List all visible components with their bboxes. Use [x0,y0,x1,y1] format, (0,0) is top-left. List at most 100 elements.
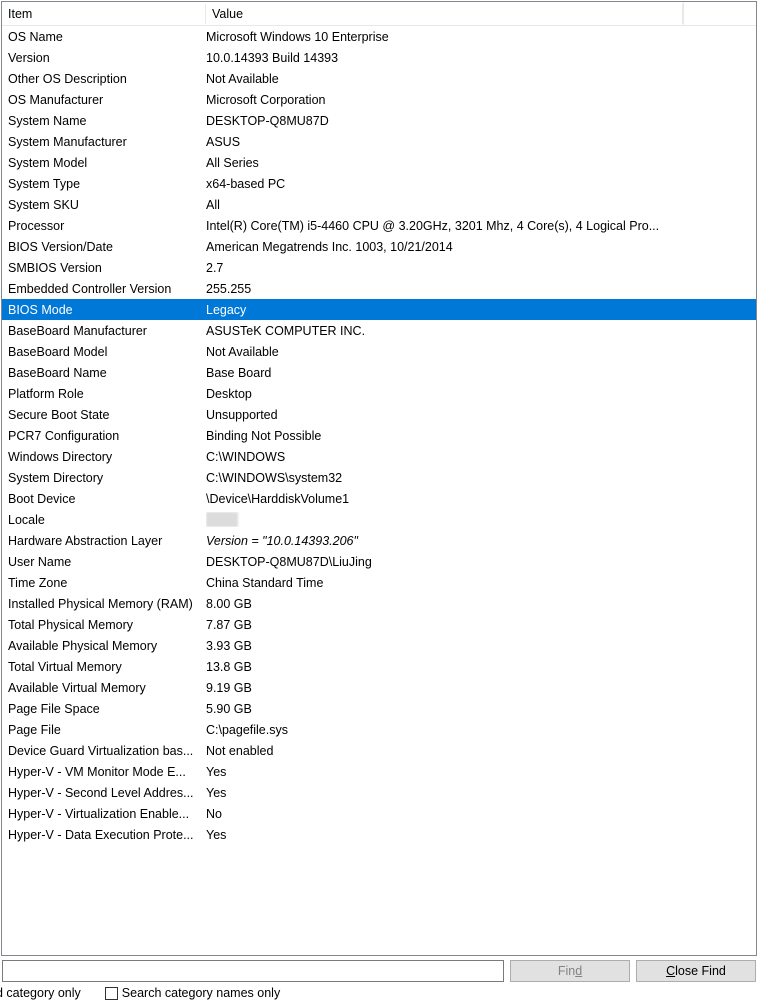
cell-item: Platform Role [8,387,206,401]
cell-value: 255.255 [206,282,756,296]
cell-item: SMBIOS Version [8,261,206,275]
find-button[interactable]: Find [510,960,630,982]
table-row[interactable]: Time ZoneChina Standard Time [2,572,756,593]
cell-item: BIOS Version/Date [8,240,206,254]
table-row[interactable]: Hyper-V - Virtualization Enable...No [2,803,756,824]
table-row[interactable]: User NameDESKTOP-Q8MU87D\LiuJing [2,551,756,572]
column-header-item[interactable]: Item [2,4,206,24]
cell-item: System Model [8,156,206,170]
table-row[interactable]: SMBIOS Version2.7 [2,257,756,278]
column-header-spacer [683,2,756,25]
cell-value: 8.00 GB [206,597,756,611]
table-row[interactable]: Embedded Controller Version255.255 [2,278,756,299]
table-row[interactable]: System ManufacturerASUS [2,131,756,152]
cell-item: Available Physical Memory [8,639,206,653]
cell-item: Hyper-V - Second Level Addres... [8,786,206,800]
table-row[interactable]: Hyper-V - Second Level Addres...Yes [2,782,756,803]
table-row[interactable]: Hyper-V - Data Execution Prote...Yes [2,824,756,845]
cell-value: ASUS [206,135,756,149]
cell-item: Locale [8,513,206,527]
table-row[interactable]: PCR7 ConfigurationBinding Not Possible [2,425,756,446]
table-row[interactable]: Hardware Abstraction LayerVersion = "10.… [2,530,756,551]
column-header-value[interactable]: Value [206,4,683,24]
cell-value: American Megatrends Inc. 1003, 10/21/201… [206,240,756,254]
cell-value: 5.90 GB [206,702,756,716]
cell-item: OS Name [8,30,206,44]
cell-item: Total Physical Memory [8,618,206,632]
cell-item: Device Guard Virtualization bas... [8,744,206,758]
cell-item: OS Manufacturer [8,93,206,107]
cell-value: Not Available [206,345,756,359]
table-row[interactable]: Device Guard Virtualization bas...Not en… [2,740,756,761]
table-row[interactable]: BIOS Version/DateAmerican Megatrends Inc… [2,236,756,257]
cell-value: Not enabled [206,744,756,758]
table-row[interactable]: BaseBoard NameBase Board [2,362,756,383]
cell-value: 7.87 GB [206,618,756,632]
table-row[interactable]: OS NameMicrosoft Windows 10 Enterprise [2,26,756,47]
table-row[interactable]: System DirectoryC:\WINDOWS\system32 [2,467,756,488]
cell-item: Embedded Controller Version [8,282,206,296]
cell-item: BaseBoard Name [8,366,206,380]
table-row[interactable]: BaseBoard ModelNot Available [2,341,756,362]
cell-item: Hyper-V - VM Monitor Mode E... [8,765,206,779]
search-options-row: d category only Search category names on… [0,982,758,1000]
cell-item: PCR7 Configuration [8,429,206,443]
table-row[interactable]: Available Virtual Memory9.19 GB [2,677,756,698]
find-bar: Find Close Find [0,957,758,982]
table-row[interactable]: Page FileC:\pagefile.sys [2,719,756,740]
cell-value: 2.7 [206,261,756,275]
selected-category-only-label: d category only [0,986,81,1000]
cell-value: Yes [206,828,756,842]
close-find-button[interactable]: Close Find [636,960,756,982]
cell-value: Yes [206,786,756,800]
table-row[interactable]: Available Physical Memory3.93 GB [2,635,756,656]
table-row[interactable]: System ModelAll Series [2,152,756,173]
checkbox-icon[interactable] [105,987,118,1000]
cell-item: Page File [8,723,206,737]
table-row[interactable]: System NameDESKTOP-Q8MU87D [2,110,756,131]
cell-item: Hyper-V - Virtualization Enable... [8,807,206,821]
table-header[interactable]: Item Value [2,2,756,26]
table-row[interactable]: Version10.0.14393 Build 14393 [2,47,756,68]
cell-item: System Manufacturer [8,135,206,149]
cell-item: System SKU [8,198,206,212]
cell-item: Page File Space [8,702,206,716]
table-row[interactable]: ProcessorIntel(R) Core(TM) i5-4460 CPU @… [2,215,756,236]
cell-item: Other OS Description [8,72,206,86]
table-row[interactable]: Windows DirectoryC:\WINDOWS [2,446,756,467]
selected-category-only-check[interactable]: d category only [0,986,81,1000]
table-row[interactable]: BaseBoard ManufacturerASUSTeK COMPUTER I… [2,320,756,341]
cell-value: No [206,807,756,821]
cell-value: Not Available [206,72,756,86]
cell-item: Secure Boot State [8,408,206,422]
table-body[interactable]: OS NameMicrosoft Windows 10 EnterpriseVe… [2,26,756,955]
table-row[interactable]: Platform RoleDesktop [2,383,756,404]
table-row[interactable]: System Typex64-based PC [2,173,756,194]
cell-value: Legacy [206,303,756,317]
table-row[interactable]: Secure Boot StateUnsupported [2,404,756,425]
table-row[interactable]: Total Physical Memory7.87 GB [2,614,756,635]
search-input[interactable] [2,960,504,982]
cell-item: System Directory [8,471,206,485]
cell-value [206,512,756,527]
table-row[interactable]: Installed Physical Memory (RAM)8.00 GB [2,593,756,614]
cell-item: BaseBoard Model [8,345,206,359]
cell-item: Available Virtual Memory [8,681,206,695]
table-row[interactable]: Total Virtual Memory13.8 GB [2,656,756,677]
table-row[interactable]: Locale [2,509,756,530]
cell-value: 9.19 GB [206,681,756,695]
table-row[interactable]: Hyper-V - VM Monitor Mode E...Yes [2,761,756,782]
table-row[interactable]: Other OS DescriptionNot Available [2,68,756,89]
cell-item: System Type [8,177,206,191]
cell-value: 3.93 GB [206,639,756,653]
cell-item: Installed Physical Memory (RAM) [8,597,206,611]
table-row[interactable]: BIOS ModeLegacy [2,299,756,320]
table-row[interactable]: Page File Space5.90 GB [2,698,756,719]
table-row[interactable]: System SKUAll [2,194,756,215]
table-row[interactable]: Boot Device\Device\HarddiskVolume1 [2,488,756,509]
table-row[interactable]: OS ManufacturerMicrosoft Corporation [2,89,756,110]
cell-item: Processor [8,219,206,233]
search-category-names-only-check[interactable]: Search category names only [105,986,280,1000]
cell-item: Boot Device [8,492,206,506]
cell-value: China Standard Time [206,576,756,590]
